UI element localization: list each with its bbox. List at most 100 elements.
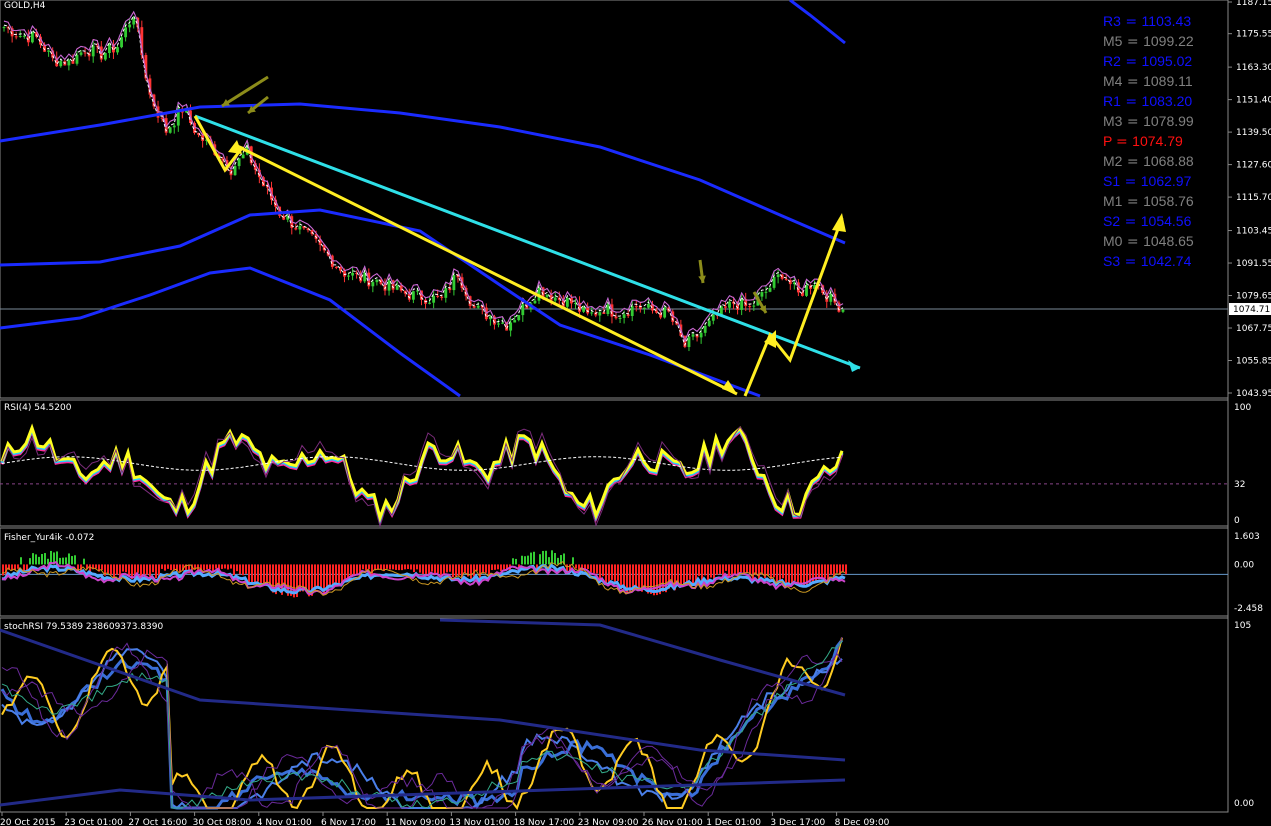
fisher-hist-bar <box>365 564 367 571</box>
candle-body <box>533 300 537 304</box>
fisher-hist-bar <box>245 564 247 574</box>
fisher-hist-bar <box>614 564 616 583</box>
candle-body <box>618 317 622 319</box>
fisher-hist-bar <box>635 564 637 588</box>
time-tick-label: 11 Nov 09:00 <box>385 818 446 826</box>
fisher-hist-bar <box>404 564 406 570</box>
pivot-row-r3: R3 = 1103.43 <box>1103 11 1203 31</box>
candle-body <box>432 295 436 303</box>
fisher-hist-bar <box>68 553 70 565</box>
fisher-hist-bar <box>575 564 577 569</box>
candle-body <box>724 306 727 308</box>
fisher-hist-bar <box>38 556 40 565</box>
envelope-lower-curve <box>0 266 461 398</box>
candle-body <box>444 288 448 298</box>
candle-body <box>298 226 302 230</box>
fisher-hist-bar <box>797 564 799 584</box>
pivot-label: S1 <box>1103 173 1121 189</box>
fisher-hist-bar <box>545 550 547 565</box>
fisher-hist-bar <box>557 557 559 565</box>
time-tick-label: 13 Nov 01:00 <box>449 818 510 826</box>
fisher-hist-bar <box>83 558 85 565</box>
candle-body <box>772 277 776 288</box>
stoch-band-line-2 <box>439 618 846 697</box>
fisher-hist-bar <box>527 555 529 565</box>
fisher-hist-bar <box>257 564 259 582</box>
fisher-hist-bar <box>524 556 526 565</box>
fisher-hist-bar <box>464 564 466 574</box>
fisher-hist-bar <box>164 564 166 571</box>
fisher-hist-bar <box>161 564 163 569</box>
candle-body <box>582 307 586 312</box>
pivot-label: M5 <box>1103 33 1123 49</box>
fisher-hist-bar <box>350 564 352 577</box>
candle-body <box>343 270 346 277</box>
fisher-hist-bar <box>398 564 400 571</box>
pivot-value: 1095.02 <box>1141 53 1193 69</box>
fisher-hist-bar <box>362 564 364 570</box>
fisher-hist-bar <box>215 564 217 569</box>
fisher-hist-bar <box>821 564 823 579</box>
candle-body <box>776 274 780 278</box>
fisher-hist-bar <box>122 564 124 572</box>
candle-body <box>590 312 594 314</box>
rsi-tick-label: 32 <box>1234 480 1245 490</box>
fisher-hist-bar <box>824 564 826 579</box>
fisher-hist-bar <box>407 564 409 570</box>
fisher-hist-bar <box>629 564 631 592</box>
candle-body <box>172 125 176 128</box>
fisher-hist-bar <box>752 564 754 581</box>
pivot-equals: = <box>1120 14 1142 30</box>
candle-body <box>395 285 399 290</box>
fisher-hist-bar <box>704 564 706 576</box>
fisher-hist-bar <box>515 558 517 565</box>
candle-body <box>565 297 569 307</box>
candle-body <box>375 279 379 283</box>
fisher-hist-bar <box>452 564 454 578</box>
candle-body <box>711 314 715 321</box>
candle-body <box>841 309 845 312</box>
pivot-levels-list: R3 = 1103.43 M5 = 1099.22 R2 = 1095.02 M4 =… <box>1103 11 1203 271</box>
fisher-hist-bar <box>254 564 256 583</box>
candle-body <box>334 266 338 268</box>
fisher-hist-bar <box>794 564 796 581</box>
trading-chart[interactable]: 1187.15 1175.55 1163.30 1151.40 1139.50 1127.… <box>0 0 1271 826</box>
envelope-middle-curve <box>0 208 761 398</box>
fisher-hist-bar <box>521 555 523 565</box>
candle-body <box>509 322 513 331</box>
envelope-upper-curve <box>0 102 846 245</box>
candle-body <box>642 307 646 309</box>
fisher-hist-bar <box>233 564 235 576</box>
price-tick-label: 1139.50 <box>1236 128 1271 138</box>
pivot-equals: = <box>1122 114 1144 130</box>
price-tick-label: 1067.75 <box>1236 324 1271 334</box>
fisher-hist-bar <box>500 564 502 572</box>
fisher-hist-bar <box>845 564 847 575</box>
fisher-hist-bar <box>401 564 403 571</box>
fisher-hist-bar <box>446 564 448 573</box>
pivot-equals: = <box>1120 174 1141 190</box>
fisher-tick-label: 1.603 <box>1234 532 1260 542</box>
fisher-hist-bar <box>29 558 31 565</box>
candle-body <box>428 302 431 304</box>
price-tick-label: 1115.70 <box>1236 193 1271 203</box>
fisher-hist-bar <box>266 564 268 584</box>
candle-body <box>630 306 634 317</box>
price-tick-label: 1055.85 <box>1236 357 1271 367</box>
fisher-hist-bar <box>206 564 208 570</box>
pivot-value: 1083.20 <box>1141 93 1193 109</box>
fisher-hist-bar <box>539 554 541 565</box>
pivot-value: 1048.65 <box>1143 233 1194 249</box>
candle-body <box>748 306 752 308</box>
fisher-hist-bar <box>662 564 664 592</box>
fisher-hist-bar <box>455 564 457 577</box>
pivot-equals: = <box>1122 194 1144 210</box>
fisher-hist-bar <box>239 564 241 575</box>
fisher-hist-bar <box>152 564 154 573</box>
candle-body <box>691 334 695 337</box>
current-price-label: 1074.71 <box>1233 305 1270 315</box>
fisher-hist-bar <box>533 551 535 565</box>
time-tick-label: 18 Nov 17:00 <box>514 818 575 826</box>
fisher-hist-bar <box>548 557 550 565</box>
price-tick-label: 1103.45 <box>1236 227 1271 237</box>
